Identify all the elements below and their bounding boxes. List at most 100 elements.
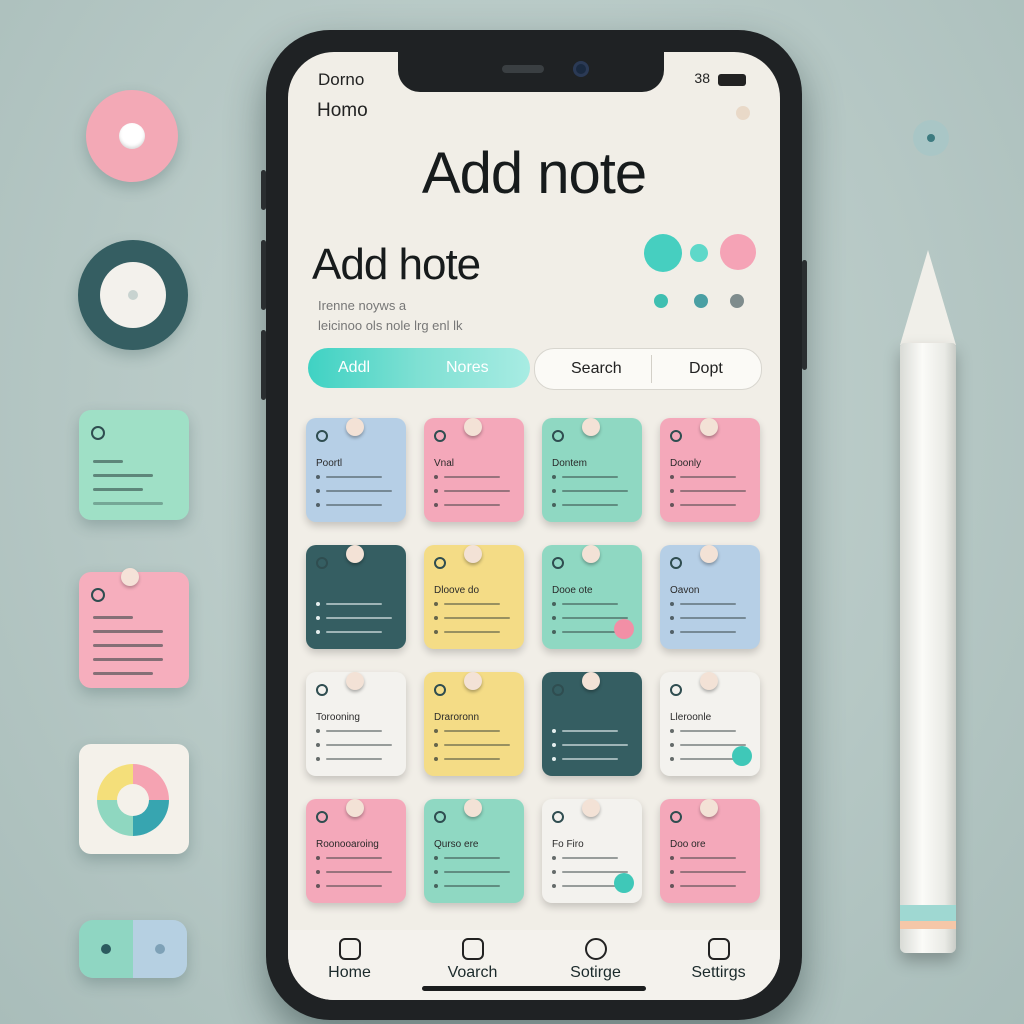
text-line bbox=[562, 490, 628, 492]
mint-color-button[interactable] bbox=[690, 244, 708, 262]
note-title: Vnal bbox=[434, 458, 455, 469]
note-card[interactable]: Qurso ere bbox=[424, 799, 524, 903]
bullet bbox=[670, 884, 674, 888]
note-title: Dontem bbox=[552, 458, 588, 469]
bullet bbox=[670, 729, 674, 733]
profile-dot-icon[interactable] bbox=[736, 106, 750, 120]
ring-icon bbox=[670, 557, 682, 569]
text-line bbox=[444, 476, 500, 478]
option-dot-icon[interactable] bbox=[694, 294, 708, 308]
bullet bbox=[552, 743, 556, 747]
pin-icon bbox=[346, 799, 364, 817]
note-card[interactable]: Roonooaroing bbox=[306, 799, 406, 903]
settings-icon bbox=[707, 938, 730, 960]
add-button[interactable]: Addl bbox=[338, 359, 370, 377]
text-line bbox=[680, 617, 746, 619]
pin-icon bbox=[582, 672, 600, 690]
note-title: Torooning bbox=[316, 712, 360, 723]
note-card[interactable]: Dontem bbox=[542, 418, 642, 522]
bullet bbox=[670, 856, 674, 860]
bullet bbox=[670, 489, 674, 493]
option-dot-icon[interactable] bbox=[730, 294, 744, 308]
bullet bbox=[670, 630, 674, 634]
nav-label: Voarch bbox=[447, 964, 498, 981]
bullet bbox=[552, 475, 556, 479]
bullet bbox=[434, 630, 438, 634]
badge-icon bbox=[614, 619, 634, 639]
note-card[interactable]: Dloove do bbox=[424, 545, 524, 649]
bullet bbox=[552, 616, 556, 620]
note-title: Fo Firo bbox=[552, 839, 584, 850]
bullet bbox=[316, 884, 320, 888]
text-line bbox=[444, 744, 510, 746]
text-line bbox=[326, 603, 382, 605]
bullet bbox=[434, 870, 438, 874]
note-card[interactable]: Poortl bbox=[306, 418, 406, 522]
text-line bbox=[326, 504, 382, 506]
description-line-2: leicinoo ols nole lrg enl lk bbox=[318, 318, 463, 333]
page-subtitle: Add hote bbox=[312, 240, 481, 289]
note-title: Draroronn bbox=[434, 712, 480, 723]
text-line bbox=[680, 758, 736, 760]
note-title: Qurso ere bbox=[434, 839, 479, 850]
note-card[interactable]: Lleroonle bbox=[660, 672, 760, 776]
notes-button[interactable]: Nores bbox=[446, 359, 489, 377]
note-card[interactable] bbox=[542, 672, 642, 776]
notch bbox=[398, 52, 664, 92]
battery-icon bbox=[718, 74, 746, 86]
pin-icon bbox=[346, 672, 364, 690]
note-card[interactable]: Draroronn bbox=[424, 672, 524, 776]
add-notes-toggle[interactable]: Addl Nores bbox=[308, 348, 530, 388]
status-right: 38 bbox=[694, 70, 710, 86]
teal-color-button[interactable] bbox=[644, 234, 682, 272]
text-line bbox=[444, 490, 510, 492]
text-line bbox=[680, 744, 746, 746]
text-line bbox=[444, 758, 500, 760]
nav-home[interactable]: Home bbox=[295, 930, 405, 1000]
pink-knob-icon bbox=[86, 90, 178, 182]
nav-settings[interactable]: Settirgs bbox=[664, 930, 774, 1000]
text-line bbox=[326, 476, 382, 478]
bullet bbox=[316, 743, 320, 747]
note-title: Poortl bbox=[316, 458, 343, 469]
text-line bbox=[326, 617, 392, 619]
ring-icon bbox=[316, 430, 328, 442]
bullet bbox=[316, 503, 320, 507]
note-card[interactable]: Doo ore bbox=[660, 799, 760, 903]
note-card[interactable] bbox=[306, 545, 406, 649]
page-title: Add note bbox=[421, 141, 647, 206]
note-card[interactable]: Doonly bbox=[660, 418, 760, 522]
nav-home-link[interactable]: Homo bbox=[317, 100, 368, 122]
note-card[interactable]: Oavon bbox=[660, 545, 760, 649]
pin-icon bbox=[464, 418, 482, 436]
text-line bbox=[326, 490, 392, 492]
teal-knob-icon bbox=[78, 240, 188, 350]
bullet bbox=[434, 616, 438, 620]
text-line bbox=[444, 603, 500, 605]
ring-icon bbox=[670, 430, 682, 442]
note-card[interactable]: Vnal bbox=[424, 418, 524, 522]
ring-icon bbox=[316, 684, 328, 696]
text-line bbox=[444, 504, 500, 506]
pink-color-button[interactable] bbox=[720, 234, 756, 270]
text-line bbox=[562, 871, 628, 873]
bullet bbox=[552, 870, 556, 874]
bullet bbox=[434, 856, 438, 860]
app-screen: Dorno 38 Homo Add note Add hote Irenne n… bbox=[288, 52, 780, 1000]
bullet bbox=[552, 503, 556, 507]
bullet bbox=[552, 630, 556, 634]
badge-icon bbox=[732, 746, 752, 766]
bullet bbox=[316, 630, 320, 634]
search-sort-toggle[interactable]: Search Dopt bbox=[534, 348, 762, 390]
sort-button[interactable]: Dopt bbox=[689, 360, 723, 378]
option-dot-icon[interactable] bbox=[654, 294, 668, 308]
phone-frame: Dorno 38 Homo Add note Add hote Irenne n… bbox=[261, 30, 807, 1020]
search-button[interactable]: Search bbox=[571, 360, 622, 378]
note-card[interactable]: Dooe ote bbox=[542, 545, 642, 649]
text-line bbox=[680, 631, 736, 633]
ring-icon bbox=[670, 811, 682, 823]
note-card[interactable]: Torooning bbox=[306, 672, 406, 776]
ring-icon bbox=[434, 430, 446, 442]
note-card[interactable]: Fo Firo bbox=[542, 799, 642, 903]
nav-label: Settirgs bbox=[691, 964, 746, 981]
